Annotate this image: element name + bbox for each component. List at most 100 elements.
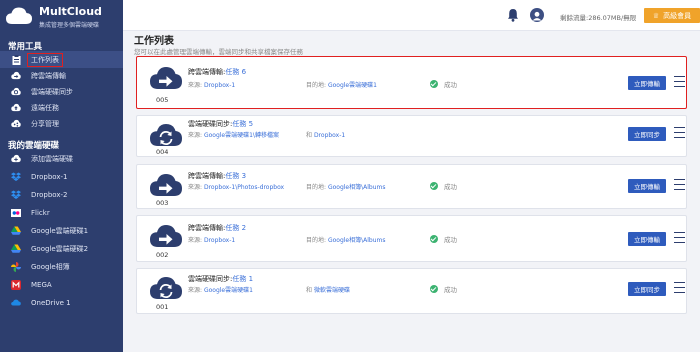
sidebar-item-google-photos[interactable]: Google相簿: [0, 258, 123, 275]
sidebar-item-label: MEGA: [31, 280, 52, 289]
destination-label: 目的地:: [306, 237, 327, 244]
transfer-cloud-icon: [150, 67, 182, 89]
sync-now-button[interactable]: 立即同步: [628, 127, 666, 141]
task-name: 跨雲端傳輸:任務 3: [188, 171, 246, 181]
traffic-remaining: 剩餘流量:286.07MB/無限: [560, 14, 637, 22]
sidebar-item-onedrive-1[interactable]: OneDrive 1: [0, 294, 123, 311]
sidebar-item-cloud-sync[interactable]: 雲端硬碟同步: [0, 83, 123, 100]
add-cloud-icon: [11, 154, 21, 164]
destination-value: Google相簿\Albums: [327, 237, 386, 244]
brand[interactable]: MultCloud 集成管理多個雲端硬碟: [5, 4, 123, 32]
task-source: 來源: Google雲端硬碟1: [188, 285, 253, 294]
sync-now-button[interactable]: 立即同步: [628, 282, 666, 296]
task-source: 來源: Dropbox-1: [188, 80, 235, 89]
vip-upgrade-button[interactable]: ♕ 高級會員: [644, 8, 700, 23]
transfer-now-button[interactable]: 立即傳輸: [628, 232, 666, 246]
task-type: 跨雲端傳輸:: [188, 224, 226, 232]
onedrive-icon: [11, 298, 21, 308]
avatar[interactable]: [530, 8, 544, 22]
destination-value: Dropbox-1: [313, 132, 346, 139]
task-card: 002 跨雲端傳輸:任務 2 來源: Dropbox-1 目的地: Google…: [136, 215, 687, 262]
destination-label: 和: [306, 287, 313, 294]
menu-icon[interactable]: [674, 232, 685, 243]
task-destination: 和 微軟雲端硬碟: [306, 285, 350, 294]
task-number: 004: [156, 148, 169, 156]
task-number: 005: [156, 96, 169, 104]
sync-cloud-icon: [150, 277, 182, 299]
sync-cloud-icon: [150, 124, 182, 146]
destination-value: Google雲端硬碟1: [327, 82, 377, 89]
sidebar-item-label: 添加雲端硬碟: [31, 154, 73, 163]
brand-name: MultCloud: [39, 5, 102, 18]
task-name: 跨雲端傳輸:任務 2: [188, 223, 246, 233]
brand-tagline: 集成管理多個雲端硬碟: [39, 22, 100, 29]
task-source: 來源: Dropbox-1: [188, 235, 235, 244]
source-label: 來源:: [188, 82, 203, 89]
task-name: 雲端硬碟同步:任務 1: [188, 274, 253, 284]
sidebar-item-flickr[interactable]: Flickr: [0, 204, 123, 221]
task-type: 雲端硬碟同步:: [188, 120, 233, 128]
sidebar-item-google-drive-1[interactable]: Google雲端硬碟1: [0, 222, 123, 239]
success-icon: [430, 235, 438, 243]
bell-icon[interactable]: [507, 8, 519, 22]
task-link[interactable]: 任務 6: [225, 68, 246, 76]
destination-label: 目的地:: [306, 184, 327, 191]
success-icon: [430, 182, 438, 190]
task-card: 001 雲端硬碟同步:任務 1 來源: Google雲端硬碟1 和 微軟雲端硬碟…: [136, 268, 687, 314]
dropbox-icon: [11, 190, 21, 200]
menu-icon[interactable]: [674, 76, 685, 87]
google-photos-icon: [11, 261, 21, 272]
vip-label: 高級會員: [663, 11, 692, 20]
sidebar-item-mega[interactable]: MEGA: [0, 276, 123, 293]
destination-value: 微軟雲端硬碟: [313, 287, 350, 294]
source-value: Google雲端硬碟1: [203, 287, 253, 294]
transfer-cloud-icon: [150, 174, 182, 196]
task-status: 成功: [430, 181, 457, 191]
task-link[interactable]: 任務 3: [225, 172, 246, 180]
task-name: 跨雲端傳輸:任務 6: [188, 67, 246, 77]
sidebar-item-cloud-transfer[interactable]: 跨雲端傳輸: [0, 67, 123, 84]
status-label: 成功: [444, 236, 457, 244]
task-card: 003 跨雲端傳輸:任務 3 來源: Dropbox-1\Photos-drop…: [136, 164, 687, 209]
source-label: 來源:: [188, 237, 203, 244]
task-number: 002: [156, 251, 169, 259]
sidebar-item-share-management[interactable]: 分享管理: [0, 115, 123, 132]
transfer-now-button[interactable]: 立即傳輸: [628, 179, 666, 193]
user-icon: [532, 11, 542, 21]
sidebar-item-dropbox-2[interactable]: Dropbox-2: [0, 186, 123, 203]
sidebar-item-remote-upload[interactable]: 遠端任務: [0, 99, 123, 116]
menu-icon[interactable]: [674, 127, 685, 138]
google-drive-icon: [11, 226, 21, 236]
sidebar-item-add-cloud[interactable]: 添加雲端硬碟: [0, 150, 123, 167]
share-icon: [11, 119, 21, 129]
source-label: 來源:: [188, 184, 203, 191]
sidebar-item-task-list[interactable]: 工作列表: [0, 51, 123, 68]
page-subtitle: 您可以在此處管理雲端傳輸，雲端同步和共享檔案保存任務: [134, 48, 303, 56]
mega-icon: [11, 279, 21, 290]
task-link[interactable]: 任務 2: [225, 224, 246, 232]
task-card: 005 跨雲端傳輸:任務 6 來源: Dropbox-1 目的地: Google…: [136, 56, 687, 109]
dropbox-icon: [11, 172, 21, 182]
transfer-icon: [11, 71, 21, 81]
task-type: 跨雲端傳輸:: [188, 172, 226, 180]
sidebar-item-label: OneDrive 1: [31, 298, 71, 307]
top-bar: 剩餘流量:286.07MB/無限 ♕ 高級會員: [123, 0, 700, 31]
task-destination: 目的地: Google相簿\Albums: [306, 182, 386, 191]
status-label: 成功: [444, 183, 457, 191]
destination-label: 和: [306, 132, 313, 139]
task-card: 004 雲端硬碟同步:任務 5 來源: Google雲端硬碟1\轉移檔案 和 D…: [136, 115, 687, 157]
remote-upload-icon: [11, 103, 21, 113]
source-value: Dropbox-1: [203, 82, 236, 89]
menu-icon[interactable]: [674, 179, 685, 190]
sidebar-item-dropbox-1[interactable]: Dropbox-1: [0, 168, 123, 185]
multcloud-logo-icon: [6, 7, 32, 24]
task-status: 成功: [430, 284, 457, 294]
task-number: 001: [156, 303, 169, 311]
task-link[interactable]: 任務 1: [232, 275, 253, 283]
transfer-now-button[interactable]: 立即傳輸: [628, 76, 666, 90]
menu-icon[interactable]: [674, 282, 685, 293]
task-type: 跨雲端傳輸:: [188, 68, 226, 76]
success-icon: [430, 80, 438, 88]
sidebar-item-google-drive-2[interactable]: Google雲端硬碟2: [0, 240, 123, 257]
task-link[interactable]: 任務 5: [232, 120, 253, 128]
